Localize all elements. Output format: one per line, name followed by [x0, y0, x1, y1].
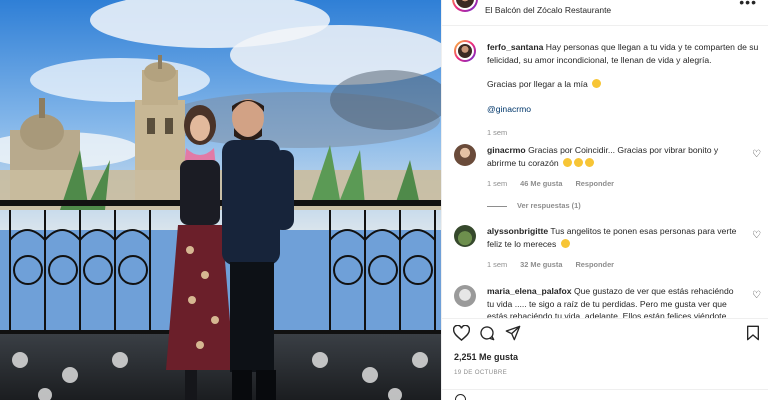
reply-button[interactable]: Responder	[575, 178, 614, 191]
comment-like-heart-icon[interactable]: ♡	[752, 230, 761, 241]
caption-avatar[interactable]	[454, 40, 476, 62]
post-location[interactable]: El Balcón del Zócalo Restaurante	[485, 5, 611, 15]
caption-time[interactable]: 1 sem	[487, 127, 507, 140]
comment-time[interactable]: 1 sem	[487, 259, 507, 272]
more-options-icon[interactable]: •••	[739, 0, 757, 10]
comment-username[interactable]: ginacrmo	[487, 145, 526, 155]
view-replies-button[interactable]: Ver respuestas (1)	[487, 201, 581, 210]
post-photo[interactable]	[0, 0, 441, 400]
comments-scroll-area[interactable]: ferfo_santana Hay personas que llegan a …	[442, 27, 768, 318]
photo-couple-balcony	[0, 0, 441, 400]
comment-username[interactable]: alyssonbrigitte	[487, 226, 548, 236]
heart-icon[interactable]	[453, 325, 470, 341]
comment-likes[interactable]: 32 Me gusta	[520, 259, 562, 272]
add-comment-bar[interactable]	[442, 389, 768, 400]
comment-avatar[interactable]	[454, 144, 476, 166]
instagram-post: El Balcón del Zócalo Restaurante ••• fer…	[0, 0, 768, 400]
caption-thanks: Gracias por llegar a la mía	[487, 79, 588, 89]
comment-username[interactable]: maria_elena_palafox	[487, 286, 572, 296]
comment-avatar[interactable]	[454, 225, 476, 247]
comment-icon[interactable]	[479, 325, 495, 341]
comment-avatar[interactable]	[454, 285, 476, 307]
emoji-icon	[592, 79, 602, 88]
send-icon[interactable]	[505, 325, 521, 341]
comment-time[interactable]: 1 sem	[487, 178, 507, 191]
post-date[interactable]: 19 DE OCTUBRE	[454, 369, 507, 376]
likes-count[interactable]: 2,251 Me gusta	[454, 352, 518, 362]
post-side-panel: El Balcón del Zócalo Restaurante ••• fer…	[441, 0, 768, 400]
author-avatar[interactable]	[452, 0, 478, 12]
caption-username[interactable]: ferfo_santana	[487, 42, 543, 52]
post-actions-bar: 2,251 Me gusta 19 DE OCTUBRE	[442, 318, 768, 400]
comment-likes[interactable]: 46 Me gusta	[520, 178, 562, 191]
emoji-picker-icon[interactable]	[455, 394, 466, 400]
reply-button[interactable]: Responder	[575, 259, 614, 272]
post-header: El Balcón del Zócalo Restaurante •••	[442, 0, 768, 26]
comment-like-heart-icon[interactable]: ♡	[752, 149, 761, 160]
comment-like-heart-icon[interactable]: ♡	[752, 290, 761, 301]
caption-mention[interactable]: @ginacrmo	[487, 104, 531, 114]
bookmark-icon[interactable]	[746, 325, 760, 341]
